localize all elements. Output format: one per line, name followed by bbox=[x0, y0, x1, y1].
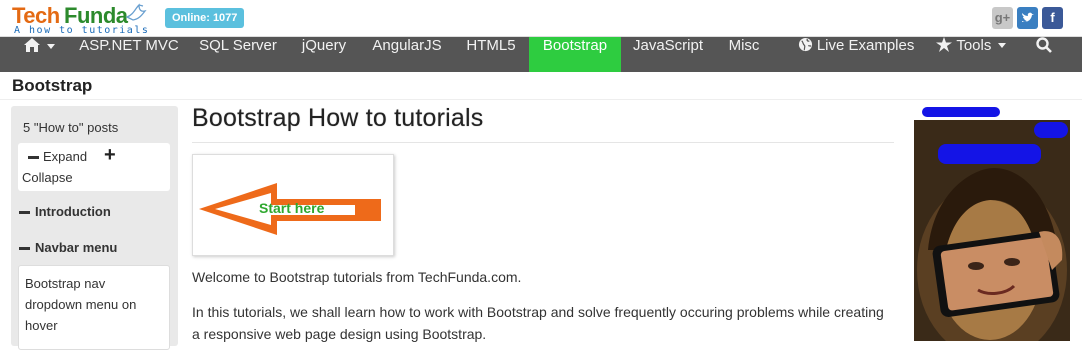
nav-sql-server[interactable]: SQL Server bbox=[189, 37, 287, 72]
home-icon bbox=[23, 38, 40, 52]
facebook-button[interactable]: f bbox=[1042, 7, 1063, 29]
intro-paragraph: Welcome to Bootstrap tutorials from Tech… bbox=[192, 269, 522, 285]
nav-aspnet-mvc[interactable]: ASP.NET MVC bbox=[71, 37, 187, 72]
nav-jquery[interactable]: jQuery bbox=[289, 37, 359, 72]
plus-icon[interactable]: + bbox=[104, 144, 116, 167]
section-heading: Bootstrap bbox=[12, 76, 93, 95]
page-title: Bootstrap How to tutorials bbox=[192, 104, 484, 132]
sidebar-section-label: Introduction bbox=[35, 204, 111, 219]
twitter-button[interactable] bbox=[1017, 7, 1038, 29]
search-icon bbox=[1036, 37, 1052, 53]
expand-collapse-box: Expand + Collapse bbox=[18, 143, 170, 191]
expand-label: Expand bbox=[43, 149, 88, 164]
sidebar-link-nav-dropdown[interactable]: Bootstrap nav dropdown menu on hover bbox=[18, 265, 170, 350]
online-users-badge: Online: 1077 bbox=[165, 8, 245, 28]
sidebar-section-navbar-menu[interactable]: Navbar menu bbox=[19, 240, 117, 255]
nav-live-examples-label: Live Examples bbox=[816, 37, 915, 54]
nav-html5[interactable]: HTML5 bbox=[455, 37, 527, 72]
minus-icon bbox=[28, 156, 39, 160]
sidebar-section-label: Navbar menu bbox=[35, 240, 118, 255]
nav-tools-label: Tools bbox=[956, 37, 992, 54]
caret-down-icon bbox=[997, 43, 1006, 48]
nav-bootstrap[interactable]: Bootstrap bbox=[529, 37, 621, 72]
globe-icon bbox=[798, 37, 812, 52]
logo-tagline: A how to tutorials bbox=[14, 25, 150, 36]
twitter-icon bbox=[1021, 12, 1034, 22]
main-content: Bootstrap How to tutorials Start here We… bbox=[192, 104, 894, 342]
sidebar-section-introduction[interactable]: Introduction bbox=[19, 204, 111, 219]
redacted-overlay bbox=[938, 144, 1041, 164]
caret-down-icon bbox=[47, 44, 56, 49]
collapse-button[interactable]: Collapse bbox=[22, 170, 73, 185]
google-plus-button[interactable]: g+ bbox=[992, 7, 1013, 29]
main-navbar: ASP.NET MVC SQL Server jQuery AngularJS … bbox=[0, 37, 1082, 72]
title-divider bbox=[192, 142, 894, 143]
advertisement-image[interactable] bbox=[914, 120, 1070, 341]
description-paragraph: In this tutorials, we shall learn how to… bbox=[192, 304, 884, 342]
nav-misc[interactable]: Misc bbox=[715, 37, 773, 72]
nav-tools[interactable]: Tools bbox=[926, 37, 1016, 72]
start-here-banner[interactable]: Start here bbox=[192, 154, 394, 256]
nav-javascript[interactable]: JavaScript bbox=[623, 37, 713, 72]
nav-live-examples[interactable]: Live Examples bbox=[790, 37, 922, 72]
minus-icon bbox=[19, 211, 30, 215]
header-divider bbox=[0, 99, 1082, 100]
site-header: Tech Funda A how to tutorials Online: 10… bbox=[0, 0, 1082, 37]
nav-home[interactable] bbox=[14, 37, 64, 72]
nav-angularjs[interactable]: AngularJS bbox=[361, 37, 453, 72]
redacted-overlay bbox=[922, 107, 1000, 117]
expand-button[interactable]: Expand bbox=[28, 149, 87, 164]
start-here-label: Start here bbox=[259, 200, 325, 216]
sidebar: 5 "How to" posts Expand + Collapse Intro… bbox=[11, 106, 178, 350]
redacted-overlay bbox=[1034, 122, 1068, 138]
nav-search[interactable] bbox=[1026, 37, 1062, 72]
star-icon bbox=[936, 37, 953, 52]
minus-icon bbox=[19, 247, 30, 251]
bird-icon bbox=[125, 3, 147, 21]
posts-count: 5 "How to" posts bbox=[23, 120, 119, 135]
